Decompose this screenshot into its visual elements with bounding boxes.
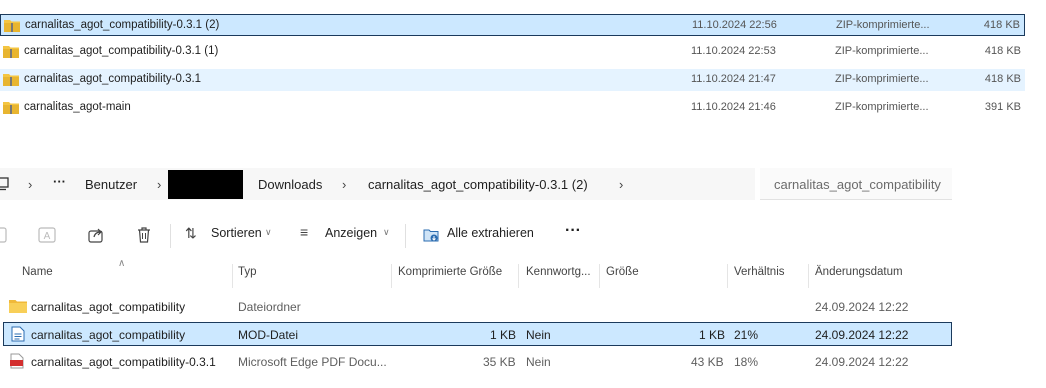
file-row[interactable]: carnalitas_agot_compatibility-0.3.1 (1) …: [0, 41, 1025, 63]
file-type: ZIP-komprimierte...: [835, 45, 929, 57]
toolbar-separator: [170, 224, 171, 248]
file-type: ZIP-komprimierte...: [835, 73, 929, 85]
file-name: carnalitas_agot_compatibility-0.3.1 (1): [24, 45, 219, 57]
zip-folder-icon: [3, 74, 19, 86]
new-icon[interactable]: [0, 226, 8, 244]
table-row[interactable]: carnalitas_agot_compatibility-0.3.1 Micr…: [3, 350, 952, 374]
file-type: ZIP-komprimierte...: [836, 19, 930, 31]
file-row[interactable]: carnalitas_agot-main 11.10.2024 21:46 ZI…: [0, 97, 1025, 119]
file-date: 11.10.2024 22:56: [692, 19, 777, 31]
file-size: 391 KB: [984, 101, 1021, 113]
sort-label: Sortieren: [211, 226, 262, 240]
entry-type: Microsoft Edge PDF Docu...: [238, 355, 387, 369]
file-size: 418 KB: [984, 45, 1021, 57]
chevron-down-icon: ∨: [383, 227, 390, 237]
breadcrumb-archive[interactable]: carnalitas_agot_compatibility-0.3.1 (2): [368, 177, 588, 192]
column-divider[interactable]: [808, 264, 809, 288]
breadcrumb-downloads[interactable]: Downloads: [258, 177, 322, 192]
extract-label: Alle extrahieren: [447, 226, 534, 240]
entry-size: 43 KB: [691, 355, 724, 369]
search-box[interactable]: carnalitas_agot_compatibility: [760, 168, 952, 200]
computer-icon[interactable]: [0, 177, 10, 191]
column-header-type[interactable]: Typ: [238, 266, 257, 288]
column-divider[interactable]: [727, 264, 728, 288]
entry-name: carnalitas_agot_compatibility: [31, 300, 186, 314]
column-header-modified[interactable]: Änderungsdatum: [815, 266, 903, 288]
delete-icon[interactable]: [135, 226, 153, 244]
view-icon: ≡: [300, 224, 309, 240]
redacted-username: [168, 170, 243, 199]
zip-folder-icon: [4, 20, 20, 32]
column-header-compressed-size[interactable]: Komprimierte Größe: [398, 266, 502, 288]
entry-type: Dateiordner: [238, 300, 301, 314]
file-size: 418 KB: [984, 73, 1021, 85]
share-icon[interactable]: [87, 226, 105, 244]
column-header-name[interactable]: Name: [22, 266, 53, 288]
column-divider[interactable]: [232, 264, 233, 288]
folder-icon: [9, 300, 27, 313]
column-header-password[interactable]: Kennwortg...: [526, 266, 591, 288]
table-row[interactable]: carnalitas_agot_compatibility Dateiordne…: [3, 295, 952, 319]
breadcrumb-users[interactable]: Benutzer: [85, 177, 137, 192]
file-type: ZIP-komprimierte...: [835, 101, 929, 113]
file-date: 11.10.2024 21:46: [691, 101, 776, 113]
entry-compressed-size: 1 KB: [490, 328, 517, 342]
file-date: 11.10.2024 22:53: [691, 45, 776, 57]
file-date: 11.10.2024 21:47: [691, 73, 776, 85]
table-row[interactable]: carnalitas_agot_compatibility MOD-Datei …: [3, 322, 952, 346]
entry-password: Nein: [526, 328, 551, 342]
search-input[interactable]: carnalitas_agot_compatibility: [774, 177, 941, 192]
entry-size: 1 KB: [699, 328, 726, 342]
zip-folder-icon: [3, 102, 19, 114]
file-row[interactable]: carnalitas_agot_compatibility-0.3.1 (2) …: [0, 14, 1025, 36]
file-row[interactable]: carnalitas_agot_compatibility-0.3.1 11.1…: [0, 69, 1025, 91]
file-name: carnalitas_agot_compatibility-0.3.1 (2): [25, 19, 220, 31]
address-bar[interactable]: › ··· Benutzer › Downloads › carnalitas_…: [0, 168, 755, 200]
column-header-size[interactable]: Größe: [606, 266, 639, 288]
chevron-down-icon: ∨: [265, 227, 272, 237]
sort-ascending-icon: ∧: [118, 258, 126, 269]
column-header-ratio[interactable]: Verhältnis: [734, 266, 785, 288]
entry-compressed-size: 35 KB: [483, 355, 516, 369]
entry-name: carnalitas_agot_compatibility-0.3.1: [31, 355, 216, 369]
chevron-right-icon: ›: [157, 177, 162, 192]
entry-modified: 24.09.2024 12:22: [815, 300, 909, 314]
chevron-right-icon: ›: [342, 177, 347, 192]
entry-name: carnalitas_agot_compatibility: [31, 328, 186, 342]
file-icon: [11, 326, 25, 342]
more-options-button[interactable]: ···: [565, 222, 581, 240]
entry-password: Nein: [526, 355, 551, 369]
extract-icon: [423, 229, 439, 242]
sort-icon: ⇅: [185, 225, 197, 241]
svg-text:A: A: [44, 231, 51, 242]
column-divider[interactable]: [391, 264, 392, 288]
column-divider[interactable]: [518, 264, 519, 288]
file-name: carnalitas_agot_compatibility-0.3.1: [24, 73, 202, 85]
column-divider[interactable]: [599, 264, 600, 288]
entry-type: MOD-Datei: [238, 328, 299, 342]
rename-icon[interactable]: A: [38, 226, 56, 244]
entry-modified: 24.09.2024 12:22: [815, 328, 909, 342]
chevron-right-icon[interactable]: ›: [619, 177, 623, 192]
file-size: 418 KB: [983, 19, 1020, 31]
file-name: carnalitas_agot-main: [24, 101, 131, 113]
breadcrumb-more-button[interactable]: ···: [53, 174, 66, 189]
zip-folder-icon: [3, 46, 19, 58]
pdf-icon: [10, 353, 24, 369]
entry-ratio: 21%: [734, 328, 759, 342]
command-bar: A ⇅ Sortieren ∨ ≡ Anzeigen ∨ Alle extrah…: [0, 212, 952, 258]
entry-ratio: 18%: [734, 355, 759, 369]
chevron-right-icon: ›: [28, 177, 33, 192]
toolbar-separator: [405, 224, 406, 248]
view-label: Anzeigen: [325, 226, 378, 240]
entry-modified: 24.09.2024 12:22: [815, 355, 909, 369]
